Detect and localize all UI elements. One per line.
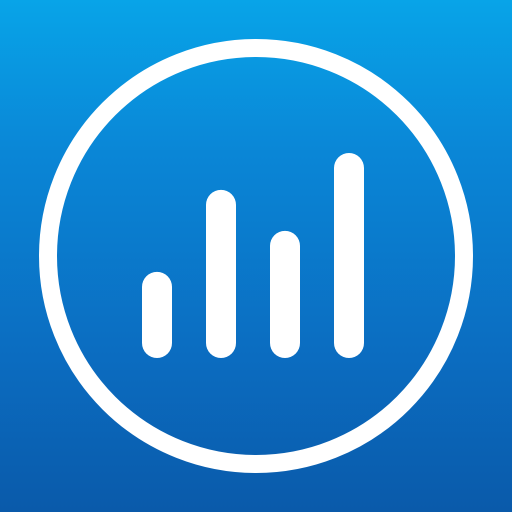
app-icon[interactable]: [0, 0, 512, 512]
bar-3: [270, 230, 300, 358]
bar-4: [334, 153, 364, 358]
circle-outline: [39, 39, 473, 473]
bar-group: [142, 153, 364, 358]
analytics-bar-chart-icon: [39, 39, 473, 473]
bar-1: [142, 271, 172, 358]
bar-2: [206, 189, 236, 358]
